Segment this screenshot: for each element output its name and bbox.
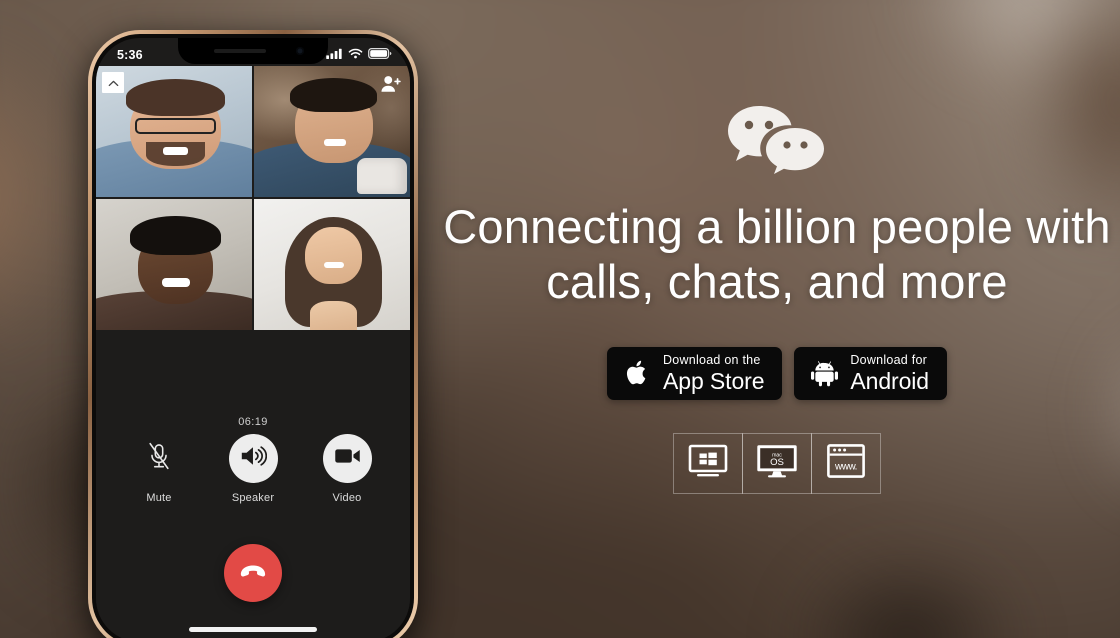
participant-2-smile	[324, 139, 347, 146]
participant-tile-4[interactable]	[254, 199, 410, 330]
speaker-button[interactable]: Speaker	[222, 434, 284, 504]
video-label: Video	[332, 492, 362, 504]
participant-tile-1[interactable]	[96, 66, 252, 197]
participant-4-smile	[324, 261, 345, 269]
svg-text:OS: OS	[770, 457, 784, 468]
video-camera-icon	[334, 447, 361, 470]
participant-2-hair	[289, 77, 378, 112]
phone-frame: 5:36 06:19 Mute Speaker Video	[88, 30, 418, 638]
platform-windows[interactable]	[673, 432, 743, 494]
android-small-label: Download for	[850, 352, 928, 367]
mac-monitor-icon: mac OS	[756, 444, 798, 483]
android-text: Download for Android	[850, 354, 929, 394]
participant-1-smile	[163, 147, 189, 156]
participant-tile-3[interactable]	[96, 199, 252, 330]
front-camera	[296, 47, 304, 55]
participant-1-hair	[125, 79, 226, 116]
app-store-small-label: Download on the	[663, 352, 761, 367]
android-button[interactable]: Download for Android	[794, 346, 947, 400]
phone-mockup: 5:36 06:19 Mute Speaker Video	[88, 30, 418, 638]
speaker-icon	[240, 444, 267, 473]
participant-3-smile	[161, 277, 190, 287]
chevron-up-icon	[108, 74, 119, 92]
platform-links: mac OS www.	[673, 432, 881, 494]
browser-window-icon: www.	[827, 444, 865, 483]
call-control-row: Mute Speaker Video	[96, 434, 410, 504]
app-store-big-label: App Store	[663, 368, 765, 395]
video-call-grid	[96, 66, 410, 330]
end-call-button[interactable]	[224, 544, 282, 602]
participant-3-hair	[130, 216, 221, 256]
headline-line-1: Connecting a billion people with	[443, 200, 1111, 253]
add-person-button[interactable]	[380, 73, 402, 93]
mute-button[interactable]: Mute	[128, 434, 190, 504]
headline-line-2: calls, chats, and more	[546, 254, 1008, 308]
hangup-phone-icon	[239, 563, 267, 583]
call-controls-panel: 06:19 Mute Speaker Video	[96, 330, 410, 638]
speaker-label: Speaker	[231, 492, 275, 504]
call-timer: 06:19	[238, 416, 268, 428]
participant-4-face	[305, 226, 362, 285]
home-indicator[interactable]	[189, 627, 317, 632]
phone-bezel: 5:36 06:19 Mute Speaker Video	[92, 34, 414, 638]
download-buttons: Download on the App Store Download for A…	[607, 346, 947, 400]
microphone-muted-icon	[147, 442, 171, 475]
apple-icon	[622, 356, 652, 390]
participant-4-shoulders	[310, 301, 357, 330]
collapse-grid-button[interactable]	[102, 72, 124, 93]
status-time: 5:36	[117, 48, 143, 62]
phone-notch	[178, 38, 328, 64]
android-icon	[809, 356, 839, 390]
earpiece-speaker	[214, 49, 266, 53]
app-store-button[interactable]: Download on the App Store	[607, 346, 783, 400]
battery-icon	[368, 47, 392, 62]
hero-content: Connecting a billion people with calls, …	[434, 0, 1120, 638]
android-big-label: Android	[850, 368, 929, 395]
phone-screen: 5:36 06:19 Mute Speaker Video	[96, 38, 410, 638]
video-icon-wrap	[322, 434, 372, 483]
speaker-icon-wrap	[228, 434, 278, 483]
platform-web[interactable]: www.	[811, 432, 881, 494]
participant-1-glasses	[135, 118, 217, 135]
wifi-icon	[348, 48, 363, 62]
wechat-logo	[725, 104, 829, 174]
participant-tile-2[interactable]	[254, 66, 410, 197]
app-store-text: Download on the App Store	[663, 354, 764, 394]
cellular-signal-icon	[326, 48, 343, 62]
participant-2-camera	[356, 157, 407, 195]
windows-monitor-icon	[688, 444, 728, 483]
video-button[interactable]: Video	[316, 434, 378, 504]
mute-icon-wrap	[135, 434, 184, 483]
platform-macos[interactable]: mac OS	[742, 432, 812, 494]
status-icons	[326, 47, 392, 62]
svg-text:www.: www.	[834, 462, 857, 473]
mute-label: Mute	[146, 492, 172, 504]
page-title: Connecting a billion people with calls, …	[437, 200, 1117, 310]
